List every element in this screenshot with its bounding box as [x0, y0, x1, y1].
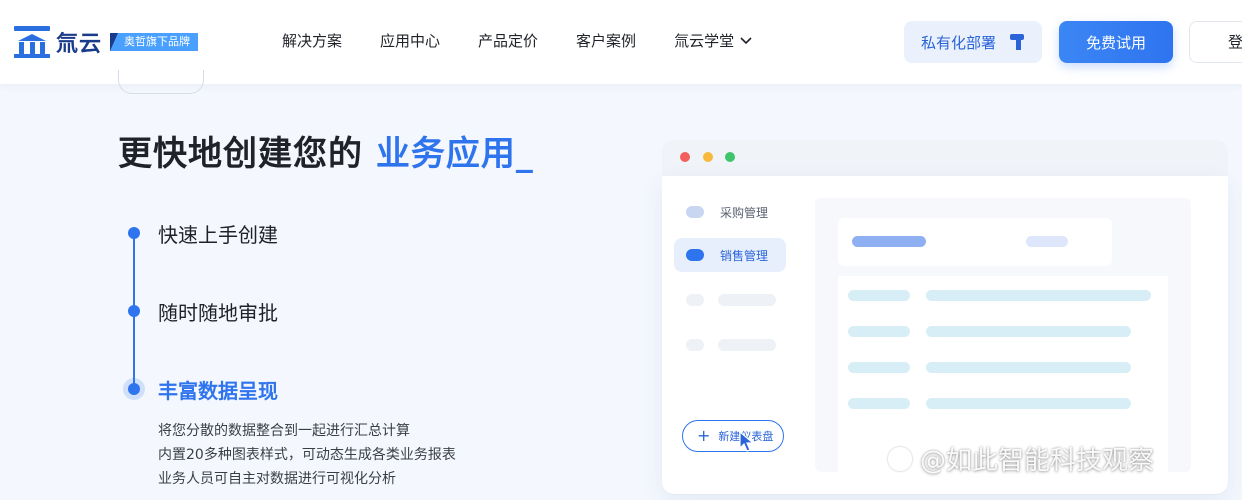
feature-description-line: 将您分散的数据整合到一起进行汇总计算 — [158, 423, 410, 439]
new-dashboard-button[interactable]: + 新建仪表盘 — [682, 420, 784, 452]
menu-item-solutions[interactable]: 解决方案 — [282, 30, 342, 51]
placeholder-cell — [926, 290, 1151, 301]
menu-item-cases[interactable]: 客户案例 — [576, 30, 636, 51]
login-button[interactable]: 登 — [1189, 21, 1242, 63]
placeholder-bar — [718, 339, 776, 351]
private-deploy-button[interactable]: 私有化部署 — [904, 21, 1042, 63]
mock-sidebar-item-sales[interactable]: 销售管理 — [674, 238, 786, 272]
placeholder-icon — [686, 294, 704, 306]
hero-title-prefix: 更快地创建您的 — [118, 134, 376, 174]
purchase-icon — [686, 206, 704, 218]
timeline-dot-active — [128, 383, 140, 395]
brand-logo[interactable]: 氚云 奥哲旗下品牌 — [14, 26, 199, 58]
menu-item-label: 解决方案 — [282, 32, 343, 50]
plus-icon: + — [697, 426, 711, 445]
menu-item-label: 氚云学堂 — [674, 32, 735, 50]
feature-approval[interactable]: 随时随地审批 — [158, 297, 278, 326]
feature-description-line: 内置20多种图表样式，可动态生成各类业务报表 — [158, 447, 456, 463]
logo-tag: 奥哲旗下品牌 — [110, 33, 199, 51]
window-dot-green — [725, 152, 735, 162]
feature-quick-create[interactable]: 快速上手创建 — [158, 219, 278, 248]
mock-sidebar-label: 采购管理 — [720, 205, 769, 220]
placeholder-cell — [926, 362, 1131, 373]
timeline-dot — [128, 305, 140, 317]
placeholder-icon — [686, 339, 704, 351]
placeholder-bar — [1026, 236, 1068, 247]
section-tab-outline — [118, 70, 204, 94]
watermark-logo-icon — [888, 446, 912, 471]
sales-icon — [686, 249, 704, 261]
free-trial-label: 免费试用 — [1085, 33, 1146, 52]
mock-sidebar-item-purchase[interactable]: 采购管理 — [674, 195, 786, 229]
placeholder-bar — [718, 294, 776, 306]
window-dot-red — [680, 152, 690, 162]
window-dot-yellow — [703, 152, 713, 162]
cursor-icon — [739, 430, 755, 452]
chevron-down-icon — [740, 36, 752, 44]
placeholder-cell — [848, 326, 910, 337]
placeholder-cell — [926, 398, 1131, 409]
menu-item-label: 应用中心 — [380, 32, 441, 50]
deploy-icon — [1010, 34, 1026, 50]
menu-item-app-center[interactable]: 应用中心 — [380, 30, 440, 51]
menu-item-academy[interactable]: 氚云学堂 — [674, 30, 752, 51]
placeholder-cell — [848, 362, 910, 373]
menu-item-label: 产品定价 — [478, 32, 539, 50]
menu-item-pricing[interactable]: 产品定价 — [478, 30, 538, 51]
menu-item-label: 客户案例 — [576, 32, 637, 50]
watermark-text: @如此智能科技观察 — [920, 446, 1155, 476]
logo-text: 氚云 — [56, 32, 103, 57]
placeholder-cell — [848, 398, 910, 409]
timeline-dot — [128, 227, 140, 239]
hero-title-highlight: 业务应用_ — [375, 134, 534, 174]
hero-title: 更快地创建您的 业务应用_ — [118, 126, 534, 175]
watermark: @如此智能科技观察 — [888, 440, 1154, 477]
private-deploy-label: 私有化部署 — [921, 33, 997, 52]
placeholder-cell — [926, 326, 1131, 337]
feature-description-line: 业务人员可自主对数据进行可视化分析 — [158, 471, 396, 487]
placeholder-cell — [848, 290, 910, 301]
logo-mark-icon — [14, 26, 50, 58]
login-label: 登 — [1228, 33, 1242, 51]
placeholder-bar — [852, 236, 926, 247]
feature-data-display[interactable]: 丰富数据呈现 — [158, 375, 278, 404]
free-trial-button[interactable]: 免费试用 — [1059, 21, 1173, 63]
main-menu: 解决方案 应用中心 产品定价 客户案例 氚云学堂 — [282, 30, 790, 51]
mock-sidebar-label: 销售管理 — [720, 248, 769, 263]
